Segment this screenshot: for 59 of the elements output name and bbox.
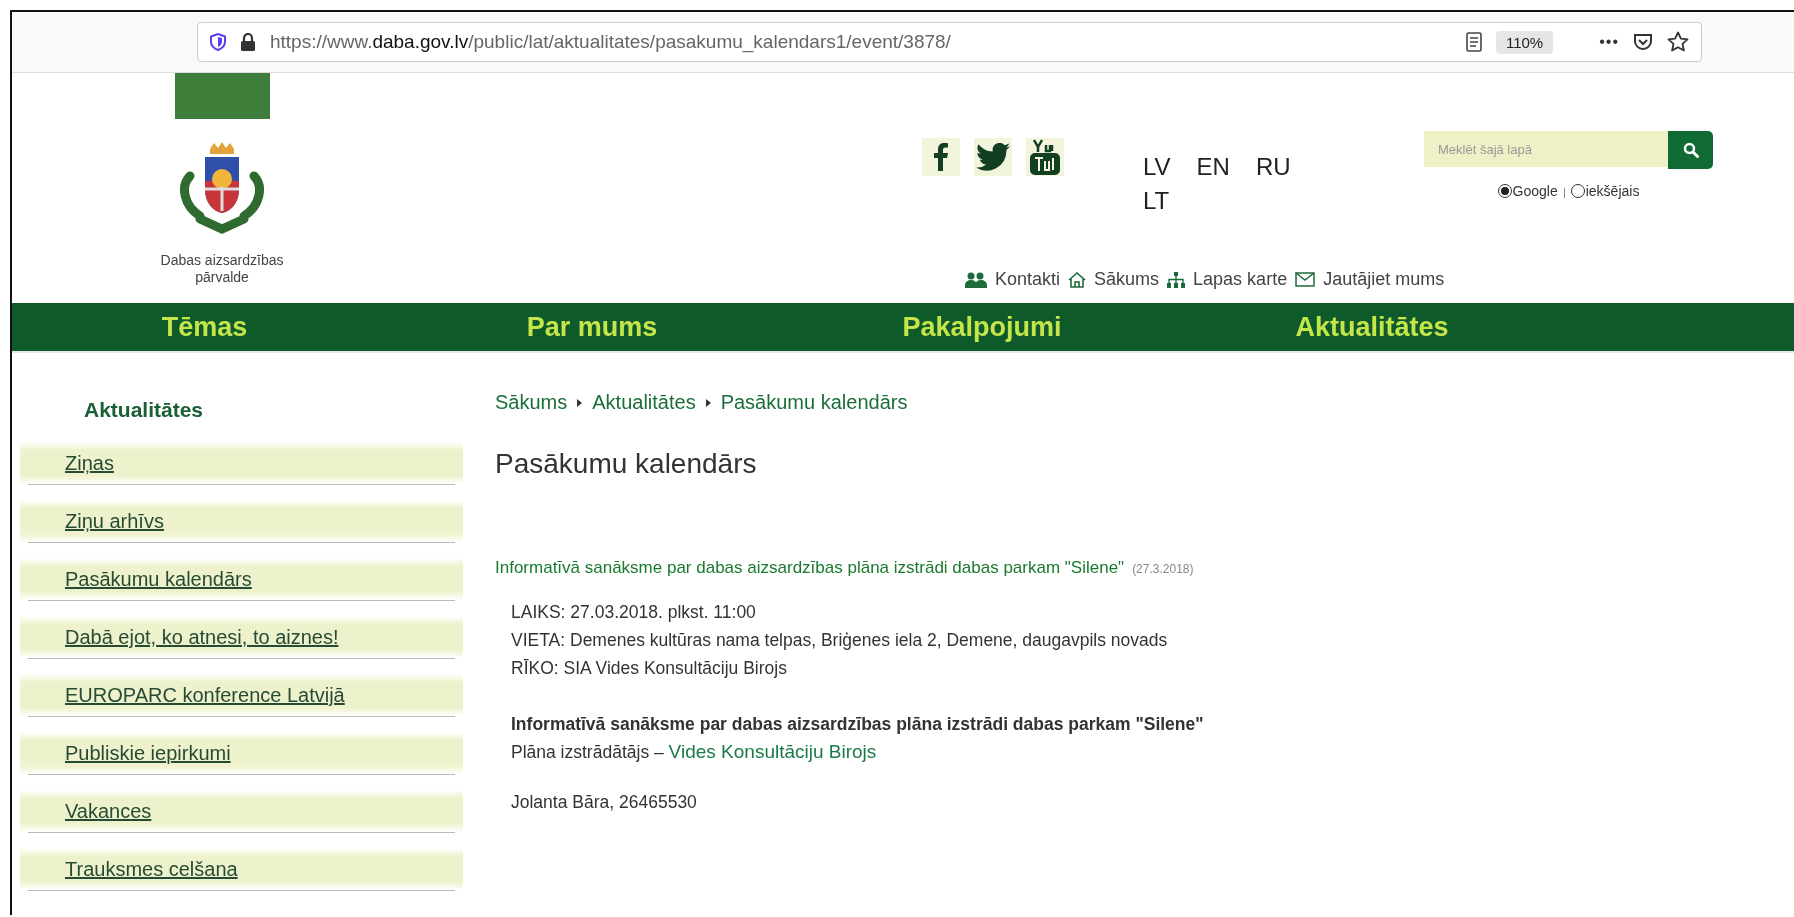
zoom-level[interactable]: 110%	[1495, 30, 1554, 54]
pocket-icon[interactable]	[1633, 32, 1653, 52]
language-link[interactable]: EN	[1192, 153, 1234, 181]
mail-icon	[1295, 272, 1316, 287]
people-icon	[965, 271, 987, 288]
event-heading: Informatīvā sanāksme par dabas aizsardzības plāna izstrādi dabas parkam "Silene"	[511, 713, 1205, 736]
page-actions-menu[interactable]: •••	[1599, 33, 1619, 51]
breadcrumb-arrow-icon	[577, 398, 583, 407]
event-date: (27.3.2018)	[1132, 562, 1194, 576]
sidebar-title: Aktualitātes	[83, 398, 205, 422]
lock-icon[interactable]	[240, 33, 256, 51]
sidebar-item[interactable]: Trauksmes celšana	[20, 848, 463, 890]
sidebar-item[interactable]: Ziņas	[20, 442, 463, 484]
event-detail: LAIKS: 27.03.2018. plkst. 11:00	[511, 601, 757, 624]
developer-link[interactable]: Vides Konsultāciju Birojs	[668, 741, 877, 762]
star-icon[interactable]	[1667, 31, 1689, 53]
sidebar-item[interactable]: Pasākumu kalendārs	[20, 558, 463, 600]
reader-view-icon[interactable]	[1465, 32, 1482, 52]
contact-info: Jolanta Bāra, 26465530	[511, 791, 698, 814]
separator-line	[1563, 188, 1565, 198]
shield-icon[interactable]	[210, 33, 226, 51]
utility-link[interactable]: Kontakti	[995, 269, 1061, 290]
nav-link[interactable]: Aktualitātes	[1177, 311, 1567, 343]
event-title-link[interactable]: Informatīvā sanāksme par dabas aizsardzības plāna izstrādi dabas parkam "Silene"	[495, 558, 1125, 577]
logo-caption: Dabas aizsardzības pārvalde	[159, 252, 285, 286]
utility-link[interactable]: Jautājiet mums	[1323, 269, 1445, 290]
search-button[interactable]	[1668, 131, 1713, 169]
developer-label: Plāna izstrādātājs –	[511, 742, 664, 762]
breadcrumb-link[interactable]: Pasākumu kalendārs	[720, 391, 908, 414]
sidebar-item[interactable]: Ziņu arhīvs	[20, 500, 463, 542]
address-bar[interactable]: https://www.daba.gov.lv/public/lat/aktualitates/pasakumu_kalendars1/event/3878/ 110% •••	[197, 22, 1702, 62]
sidebar-item[interactable]: EUROPARC konference Latvijā	[20, 674, 463, 716]
event-detail: RĪKO: SIA Vides Konsultāciju Birojs	[511, 657, 788, 680]
search-scope-radio[interactable]: Google	[1497, 183, 1558, 199]
sidebar-item[interactable]: Publiskie iepirkumi	[20, 732, 463, 774]
video-icon[interactable]	[1026, 138, 1064, 176]
language-link[interactable]: RU	[1251, 153, 1295, 181]
bird-icon[interactable]	[974, 138, 1012, 176]
nav-link[interactable]: Tēmas	[12, 311, 397, 343]
language-link[interactable]: LV	[1139, 153, 1175, 181]
search-icon	[1682, 142, 1699, 158]
page-title: Pasākumu kalendārs	[495, 448, 758, 480]
breadcrumb-link[interactable]: Sākums	[495, 391, 568, 414]
sitemap-icon	[1167, 271, 1186, 288]
event-detail: VIETA: Demenes kultūras nama telpas, Briģenes iela 2, Demene, daugavpils novads	[511, 629, 1169, 652]
utility-link[interactable]: Sākums	[1094, 269, 1160, 290]
facebook-icon[interactable]	[922, 138, 960, 176]
breadcrumb-arrow-icon	[705, 398, 711, 407]
nav-link[interactable]: Par mums	[397, 311, 787, 343]
utility-link[interactable]: Lapas karte	[1193, 269, 1288, 290]
url-text[interactable]: https://www.daba.gov.lv/public/lat/aktualitates/pasakumu_kalendars1/event/3878/	[270, 31, 1452, 53]
search-scope-radio[interactable]: iekšējais	[1570, 183, 1640, 199]
language-link[interactable]: LT	[1139, 187, 1174, 215]
breadcrumb-link[interactable]: Aktualitātes	[592, 391, 696, 414]
search-field[interactable]: Meklēt šajā lapā	[1424, 131, 1668, 167]
sidebar-item[interactable]: Vakances	[20, 790, 463, 832]
sidebar-item[interactable]: Dabā ejot, ko atnesi, to aiznes!	[20, 616, 463, 658]
home-icon	[1068, 271, 1087, 288]
nav-link[interactable]: Pakalpojumi	[787, 311, 1177, 343]
